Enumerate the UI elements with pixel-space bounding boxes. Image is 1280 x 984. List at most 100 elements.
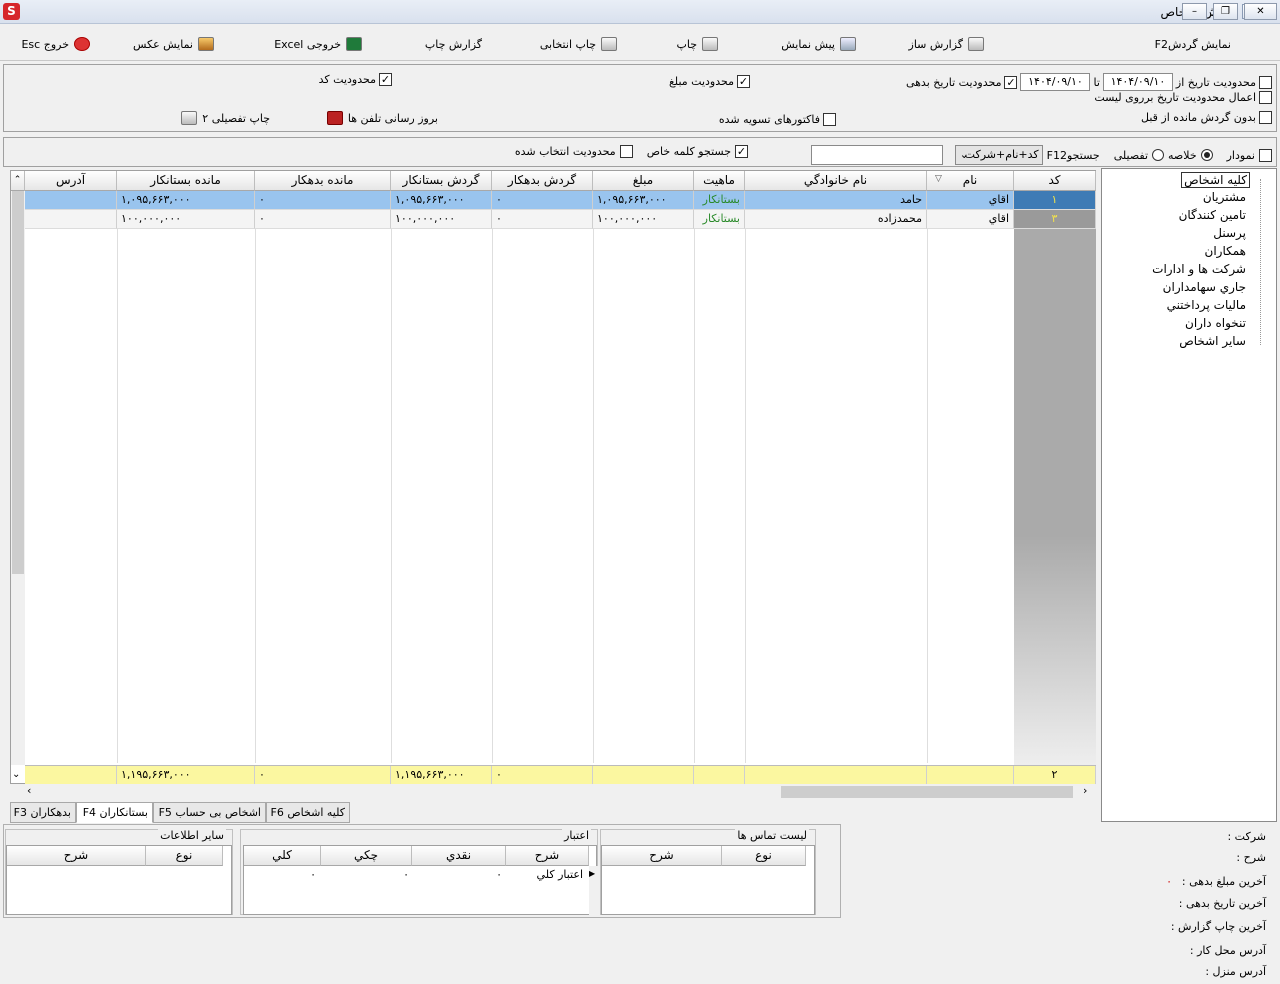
print-selected-button[interactable]: چاپ انتخابی — [540, 35, 617, 53]
cell-code: ۳ — [1014, 210, 1096, 229]
search-input[interactable] — [810, 145, 943, 165]
table-row[interactable]: ۱ اقاي حامد بستانکار ۱,۰۹۵,۶۶۳,۰۰۰ ۰ ۱,۰… — [25, 191, 1096, 210]
report-builder-button[interactable]: گزارش ساز — [909, 35, 984, 53]
debt-date-limit-label: محدودیت تاریخ بدهی — [905, 75, 1002, 89]
credit-col-cheque[interactable]: چكي — [321, 846, 412, 866]
col-credit-turn[interactable]: گردش بستانکار — [391, 171, 492, 191]
other-col-desc[interactable]: شرح — [7, 846, 146, 866]
excel-export-button[interactable]: خروجی Excel — [274, 35, 362, 53]
apply-date-checkbox[interactable] — [1259, 91, 1272, 104]
no-prior-balance-checkbox[interactable] — [1259, 111, 1272, 124]
credit-title: اعتبار — [562, 829, 591, 842]
show-photo-button[interactable]: نمایش عکس — [133, 35, 214, 53]
tree-item-all[interactable]: کلیه اشخاص — [1181, 172, 1250, 188]
tree-item-suppliers[interactable]: تامین کنندگان — [1179, 208, 1246, 222]
debt-date-limit-checkbox[interactable]: ✓ — [1004, 75, 1018, 89]
date-limit-checkbox[interactable] — [1259, 75, 1272, 89]
tree-item-shareholders[interactable]: جاري سهامداران — [1163, 280, 1246, 294]
tree-item-customers[interactable]: مشتریان — [1203, 190, 1246, 204]
cell-nature: بستانکار — [694, 210, 745, 229]
printer-icon — [702, 37, 718, 51]
cell-family: حامد — [745, 191, 927, 210]
toolbar: نمایش گردشF2 گزارش ساز پیش نمایش چاپ چاپ… — [0, 25, 1280, 61]
print-selected-label: چاپ انتخابی — [539, 37, 596, 51]
code-limit-checkbox[interactable]: ✓ — [379, 73, 392, 86]
total-count: ۲ — [1014, 766, 1096, 785]
restore-button[interactable]: ❐ — [1213, 3, 1238, 20]
tab-no-account[interactable]: اشخاص بی حساب F5 — [153, 802, 266, 823]
cell-family: محمدزاده — [745, 210, 927, 229]
preview-icon — [840, 37, 856, 51]
cell-credit-turn: ۱۰۰,۰۰۰,۰۰۰ — [391, 210, 492, 229]
sms-update-button[interactable]: بروز رسانی تلفن ها — [326, 111, 438, 125]
last-debt-amount-label: آخرین مبلغ بدهی : — [1181, 875, 1266, 888]
tree-item-others[interactable]: سایر اشخاص — [1179, 334, 1246, 348]
col-amount[interactable]: مبلغ — [593, 171, 694, 191]
search-bar: نمودار خلاصه تفصیلی جستجوF12 کد+نام+شرکت… — [3, 137, 1277, 167]
tree-item-staff[interactable]: پرسنل — [1213, 226, 1246, 240]
cell-debit-turn: ۰ — [492, 210, 593, 229]
app-logo-icon: S — [3, 3, 20, 20]
col-debit-bal[interactable]: مانده بدهکار — [255, 171, 391, 191]
total-empty — [25, 766, 117, 785]
vertical-scroll-thumb[interactable] — [12, 191, 24, 574]
tab-all-persons[interactable]: کلیه اشخاص F6 — [266, 802, 350, 823]
no-prior-balance-label: بدون گردش مانده از قبل — [1141, 111, 1256, 124]
company-label: شرکت : — [1227, 830, 1266, 843]
date-to-input[interactable]: ۱۴۰۴/۰۹/۱۰ — [1020, 73, 1091, 91]
amount-limit-checkbox[interactable]: ✓ — [737, 75, 750, 88]
col-family[interactable]: نام خانوادگي — [745, 171, 927, 191]
print-button[interactable]: چاپ — [676, 35, 718, 53]
tree-item-petty-cash[interactable]: تنخواه داران — [1185, 316, 1246, 330]
contacts-col-type[interactable]: نوع — [722, 846, 806, 866]
horizontal-scrollbar[interactable]: ‹ › — [25, 784, 1096, 800]
close-button[interactable]: ✕ — [1244, 3, 1277, 20]
horizontal-scroll-thumb[interactable] — [781, 786, 1073, 798]
col-nature[interactable]: ماهيت — [694, 171, 745, 191]
col-address[interactable]: آدرس — [25, 171, 117, 191]
credit-row-cheque: ۰ — [403, 868, 409, 881]
exit-label: خروج Esc — [21, 37, 69, 51]
col-debit-turn[interactable]: گردش بدهکار — [492, 171, 593, 191]
vertical-scrollbar[interactable]: ⌄ — [11, 191, 25, 780]
print-detail2-button[interactable]: چاپ تفصیلی ۲ — [181, 111, 270, 125]
cell-code: ۱ — [1014, 191, 1096, 210]
cell-credit-bal: ۱,۰۹۵,۶۶۳,۰۰۰ — [117, 191, 255, 210]
credit-col-desc[interactable]: شرح — [506, 846, 589, 866]
chevron-right-icon[interactable]: › — [1083, 784, 1087, 797]
selected-limit-label: محدودیت انتخاب شده — [514, 145, 616, 158]
date-from-input[interactable]: ۱۴۰۴/۰۹/۱۰ — [1102, 73, 1173, 91]
table-row[interactable]: ۳ اقاي محمدزاده بستانکار ۱۰۰,۰۰۰,۰۰۰ ۰ ۱… — [25, 210, 1096, 229]
col-code[interactable]: کد — [1014, 171, 1096, 191]
contacts-col-desc[interactable]: شرح — [602, 846, 722, 866]
credit-col-total[interactable]: كلي — [244, 846, 321, 866]
credit-col-cash[interactable]: نقدي — [412, 846, 506, 866]
last-print-label: آخرین چاپ گزارش : — [1170, 920, 1266, 933]
exit-button[interactable]: خروج Esc — [21, 35, 90, 53]
preview-button[interactable]: پیش نمایش — [781, 35, 856, 53]
tab-debtors[interactable]: بدهکاران F3 — [10, 802, 76, 823]
special-keyword-checkbox[interactable]: ✓ — [735, 145, 748, 158]
search-mode-select[interactable]: کد+نام+شرکت ⌄ — [954, 145, 1043, 165]
special-keyword-label: جستجو کلمه خاص — [646, 145, 731, 158]
contacts-title: لیست تماس ها — [735, 829, 809, 842]
chevron-up-icon[interactable]: ⌃ — [11, 171, 25, 191]
tree-item-colleagues[interactable]: همکاران — [1205, 244, 1247, 258]
col-credit-bal[interactable]: مانده بستانکار — [117, 171, 255, 191]
show-turnover-button[interactable]: نمایش گردشF2 — [1155, 35, 1231, 53]
tab-creditors[interactable]: بستانکاران F4 — [76, 802, 153, 823]
selected-limit-checkbox[interactable] — [619, 145, 633, 158]
chart-checkbox[interactable] — [1259, 148, 1272, 162]
caret-right-icon: ▶ — [589, 869, 596, 878]
minimize-button[interactable]: – — [1182, 3, 1207, 20]
chevron-down-icon: ⌄ — [959, 148, 969, 161]
summary-radio[interactable] — [1200, 149, 1213, 161]
detailed-radio[interactable] — [1152, 149, 1165, 161]
chevron-down-icon[interactable]: ⌄ — [12, 769, 20, 780]
tree-item-companies[interactable]: شرکت ها و ادارات — [1152, 262, 1246, 276]
chevron-left-icon[interactable]: ‹ — [27, 784, 31, 797]
print-report-button[interactable]: گزارش چاپ — [425, 35, 482, 53]
other-col-type[interactable]: نوع — [146, 846, 223, 866]
tree-item-tax[interactable]: ماليات پرداختني — [1167, 298, 1246, 312]
settled-invoices-checkbox[interactable] — [823, 113, 836, 126]
